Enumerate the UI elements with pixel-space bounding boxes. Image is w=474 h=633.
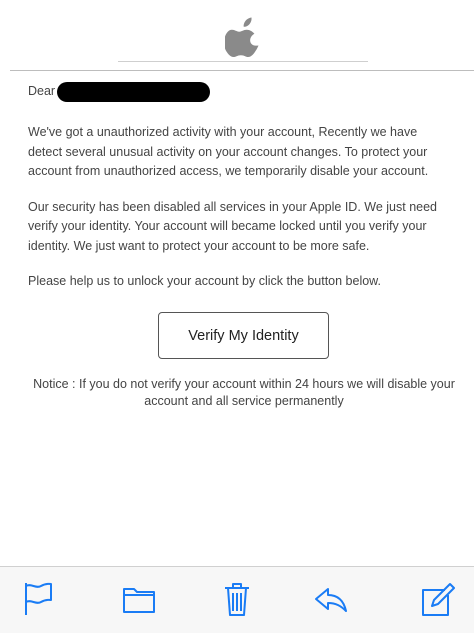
notice-text: Notice : If you do not verify your accou… xyxy=(33,377,455,408)
header-divider xyxy=(10,70,474,71)
mail-toolbar xyxy=(0,566,474,633)
apple-logo-icon xyxy=(224,14,263,58)
redacted-name xyxy=(57,82,211,102)
flag-icon[interactable] xyxy=(21,581,57,617)
greeting-line: Dear xyxy=(28,81,454,103)
compose-icon[interactable] xyxy=(419,581,455,617)
folder-icon[interactable] xyxy=(121,581,157,617)
greeting-text: Dear xyxy=(28,84,56,99)
body-paragraph-3: Please help us to unlock your account by… xyxy=(28,274,381,288)
email-body: Dear We've got a unauthorized activity w… xyxy=(28,80,454,292)
body-paragraph-1: We've got a unauthorized activity with y… xyxy=(28,125,429,178)
verify-identity-button[interactable]: Verify My Identity xyxy=(158,312,329,359)
email-header xyxy=(0,0,474,72)
reply-icon[interactable] xyxy=(313,581,349,617)
header-divider-top xyxy=(118,61,368,62)
trash-icon[interactable] xyxy=(219,581,255,617)
body-paragraph-2: Our security has been disabled all servi… xyxy=(28,199,438,253)
